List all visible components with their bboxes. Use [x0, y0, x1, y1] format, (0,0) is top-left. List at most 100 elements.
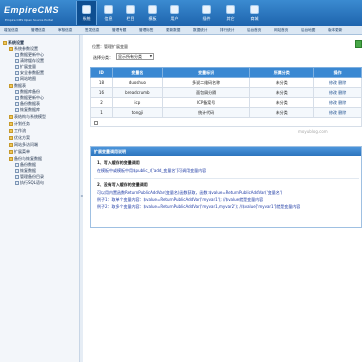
tab-other[interactable]: 其它	[220, 1, 241, 25]
tab-user[interactable]: 用户	[164, 1, 185, 25]
tree-item[interactable]: 优化方案	[9, 135, 30, 141]
table-header-row: ID 变量名 变量标识 所属分类 操作	[90, 67, 362, 78]
help-section-2-title: 2、没有写入缓存的变量调用	[97, 182, 148, 187]
cell-name: duoshuo	[111, 77, 163, 88]
cell-label: 统计代码	[161, 107, 251, 118]
column-header: 变量名	[111, 67, 163, 78]
page-icon	[15, 76, 19, 81]
help-section-2-text: 可以用内置函数ReturnPublicAddVar(变量名)函数获取，函数:$v…	[97, 190, 283, 195]
subnav-manage-tag[interactable]: 管理标签	[139, 28, 153, 33]
tree-item[interactable]: 工作流	[9, 128, 26, 134]
page-icon	[15, 70, 19, 75]
top-header: EmpireCMS Empire CMS Open Source Portal …	[0, 0, 362, 26]
logo-subtitle: Empire CMS Open Source Portal	[5, 18, 53, 22]
subnav-manage-topic[interactable]: 管理专题	[112, 28, 126, 33]
folder-icon	[9, 142, 13, 147]
subnav-data-stats[interactable]: 数据统计	[193, 28, 207, 33]
tab-column[interactable]: 栏目	[120, 1, 141, 25]
tree-item[interactable]: 网站多访问端	[9, 142, 38, 148]
sidebar: 系统设置 系统参数设置 数据更新中心 清除缓存设置 扩展变量 安全参数配置 网站…	[0, 35, 80, 362]
page-icon	[15, 95, 19, 100]
divider	[94, 178, 359, 179]
cell-name: breadcrumb	[111, 87, 163, 98]
table-row: 16 breadcrumb 面包屑分隔 未分类 修改 删除	[90, 87, 362, 98]
folder-icon	[9, 46, 13, 51]
tab-template[interactable]: 模板	[142, 1, 163, 25]
subnav-admin-home[interactable]: 后台首页	[247, 28, 261, 33]
folder-icon	[9, 83, 13, 88]
table-row: 1 tongji 统计代码 未分类 修改 删除	[90, 107, 362, 118]
page-icon	[15, 174, 19, 179]
collapse-arrow-icon[interactable]: ◂	[80, 193, 83, 199]
tab-info[interactable]: 信息	[98, 1, 119, 25]
help-panel: 扩展变量调用说明 1、写入缓存的变量调用 在模板中或模板中用$public_r[…	[90, 146, 362, 228]
shop-icon	[250, 5, 259, 14]
cell-name: icp	[111, 97, 163, 108]
tab-shop[interactable]: 商城	[244, 1, 265, 25]
tree-item[interactable]: 恢复数据库	[15, 107, 40, 113]
help-example-2: 例子2：取多个变量内容：$value=ReturnPublicAddVar('m…	[97, 204, 301, 209]
folder-icon	[9, 128, 13, 133]
subnav-rank-stats[interactable]: 排行统计	[220, 28, 234, 33]
folder-icon	[9, 121, 13, 126]
page-icon	[15, 162, 19, 167]
page-icon	[15, 168, 19, 173]
select-all-checkbox[interactable]	[94, 120, 98, 125]
user-icon	[170, 5, 179, 14]
cell-category: 未分类	[249, 77, 315, 88]
page-icon	[15, 107, 19, 112]
breadcrumb: 位置：管理扩展变量	[92, 44, 128, 49]
cell-id: 2	[90, 97, 113, 108]
column-header: ID	[90, 67, 113, 78]
subnav-manage-info[interactable]: 管理信息	[31, 28, 45, 33]
row-actions[interactable]: 修改 删除	[313, 87, 362, 98]
system-icon	[82, 5, 91, 14]
subnav-site-home[interactable]: 网站首页	[274, 28, 288, 33]
row-actions[interactable]: 修改 删除	[313, 107, 362, 118]
cell-category: 未分类	[249, 87, 315, 98]
folder-icon	[9, 156, 13, 161]
folder-icon	[9, 135, 13, 140]
template-icon	[148, 5, 157, 14]
help-section-1-text: 在模板中或模板中用$public_r['add_变量名']可调用变量内容	[97, 168, 207, 173]
add-variable-button[interactable]	[355, 40, 362, 48]
column-header: 操作	[313, 67, 362, 78]
cell-label: ICP备案号	[161, 97, 251, 108]
help-example-1: 例子1：取单个变量内容：$value=ReturnPublicAddVar('m…	[97, 197, 264, 202]
cell-category: 未分类	[249, 97, 315, 108]
other-icon	[226, 5, 235, 14]
variable-table: ID 变量名 变量标识 所属分类 操作 18 duoshuo 多说二维码名称 未…	[90, 67, 362, 127]
row-actions[interactable]: 修改 删除	[313, 97, 362, 108]
subnav-sign-info[interactable]: 签发信息	[85, 28, 99, 33]
page-icon	[15, 180, 19, 185]
page-icon	[15, 89, 19, 94]
category-select[interactable]: 显示所有分类 ▼	[116, 53, 154, 60]
page-icon	[15, 58, 19, 63]
subnav-update-data[interactable]: 更新数据	[166, 28, 180, 33]
subnav-admin-map[interactable]: 后台地图	[301, 28, 315, 33]
empirecms-logo: EmpireCMS	[4, 5, 60, 15]
tree-item[interactable]: 网站地图	[15, 76, 36, 82]
page-icon	[15, 52, 19, 57]
column-header: 变量标识	[161, 67, 251, 78]
tree-item[interactable]: 扩展菜单	[9, 149, 30, 155]
watermark: moyublog.com	[298, 129, 328, 134]
sub-navigation: 增加信息 管理信息 审核信息 签发信息 管理专题 管理标签 更新数据 数据统计 …	[0, 26, 362, 35]
tree-item[interactable]: 表结构与系统模型	[9, 114, 46, 120]
help-section-1-title: 1、写入缓存的变量调用	[97, 160, 140, 165]
subnav-version-update[interactable]: 版本更新	[328, 28, 342, 33]
cell-label: 多说二维码名称	[161, 77, 251, 88]
subnav-add-info[interactable]: 增加信息	[4, 28, 18, 33]
filter-label: 选择分类：	[93, 55, 113, 60]
tab-system[interactable]: 系统	[76, 1, 97, 25]
cell-id: 1	[90, 107, 113, 118]
tab-plugin[interactable]: 插件	[196, 1, 217, 25]
folder-icon	[9, 114, 13, 119]
page-icon	[15, 101, 19, 106]
tree-item[interactable]: 计划任务	[9, 121, 30, 127]
tree-item[interactable]: 执行SQL语句	[15, 180, 44, 186]
cell-category: 未分类	[249, 107, 315, 118]
column-header: 所属分类	[249, 67, 315, 78]
subnav-check-info[interactable]: 审核信息	[58, 28, 72, 33]
row-actions[interactable]: 修改 删除	[313, 77, 362, 88]
